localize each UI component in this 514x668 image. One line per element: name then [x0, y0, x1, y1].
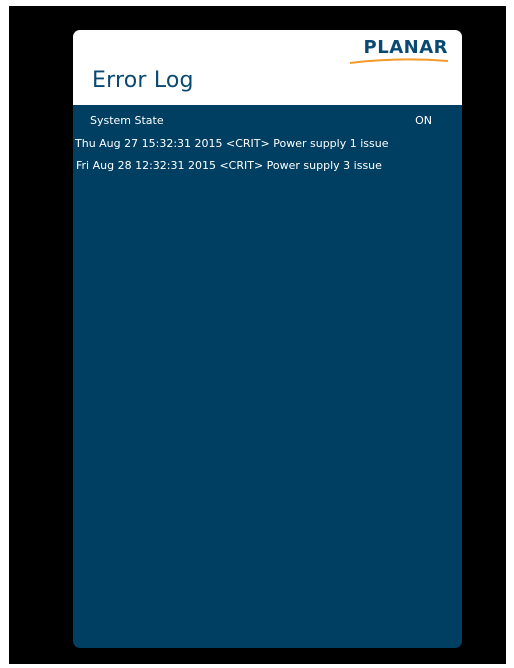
system-state-label: System State [90, 114, 164, 127]
brand-name: PLANAR [363, 37, 448, 58]
brand-logo: PLANAR [338, 39, 448, 69]
error-log-panel: Error Log PLANAR System State ON Thu Aug… [73, 30, 462, 648]
log-entry: Fri Aug 28 12:32:31 2015 <CRIT> Power su… [76, 159, 382, 172]
logo-swoosh-icon [350, 58, 448, 64]
system-state-row: System State ON [73, 113, 462, 129]
error-log-list: Thu Aug 27 15:32:31 2015 <CRIT> Power su… [73, 136, 462, 180]
log-entry: Thu Aug 27 15:32:31 2015 <CRIT> Power su… [75, 137, 389, 150]
page-title: Error Log [92, 68, 194, 93]
panel-header: Error Log PLANAR [73, 30, 462, 105]
system-state-value: ON [415, 114, 432, 127]
